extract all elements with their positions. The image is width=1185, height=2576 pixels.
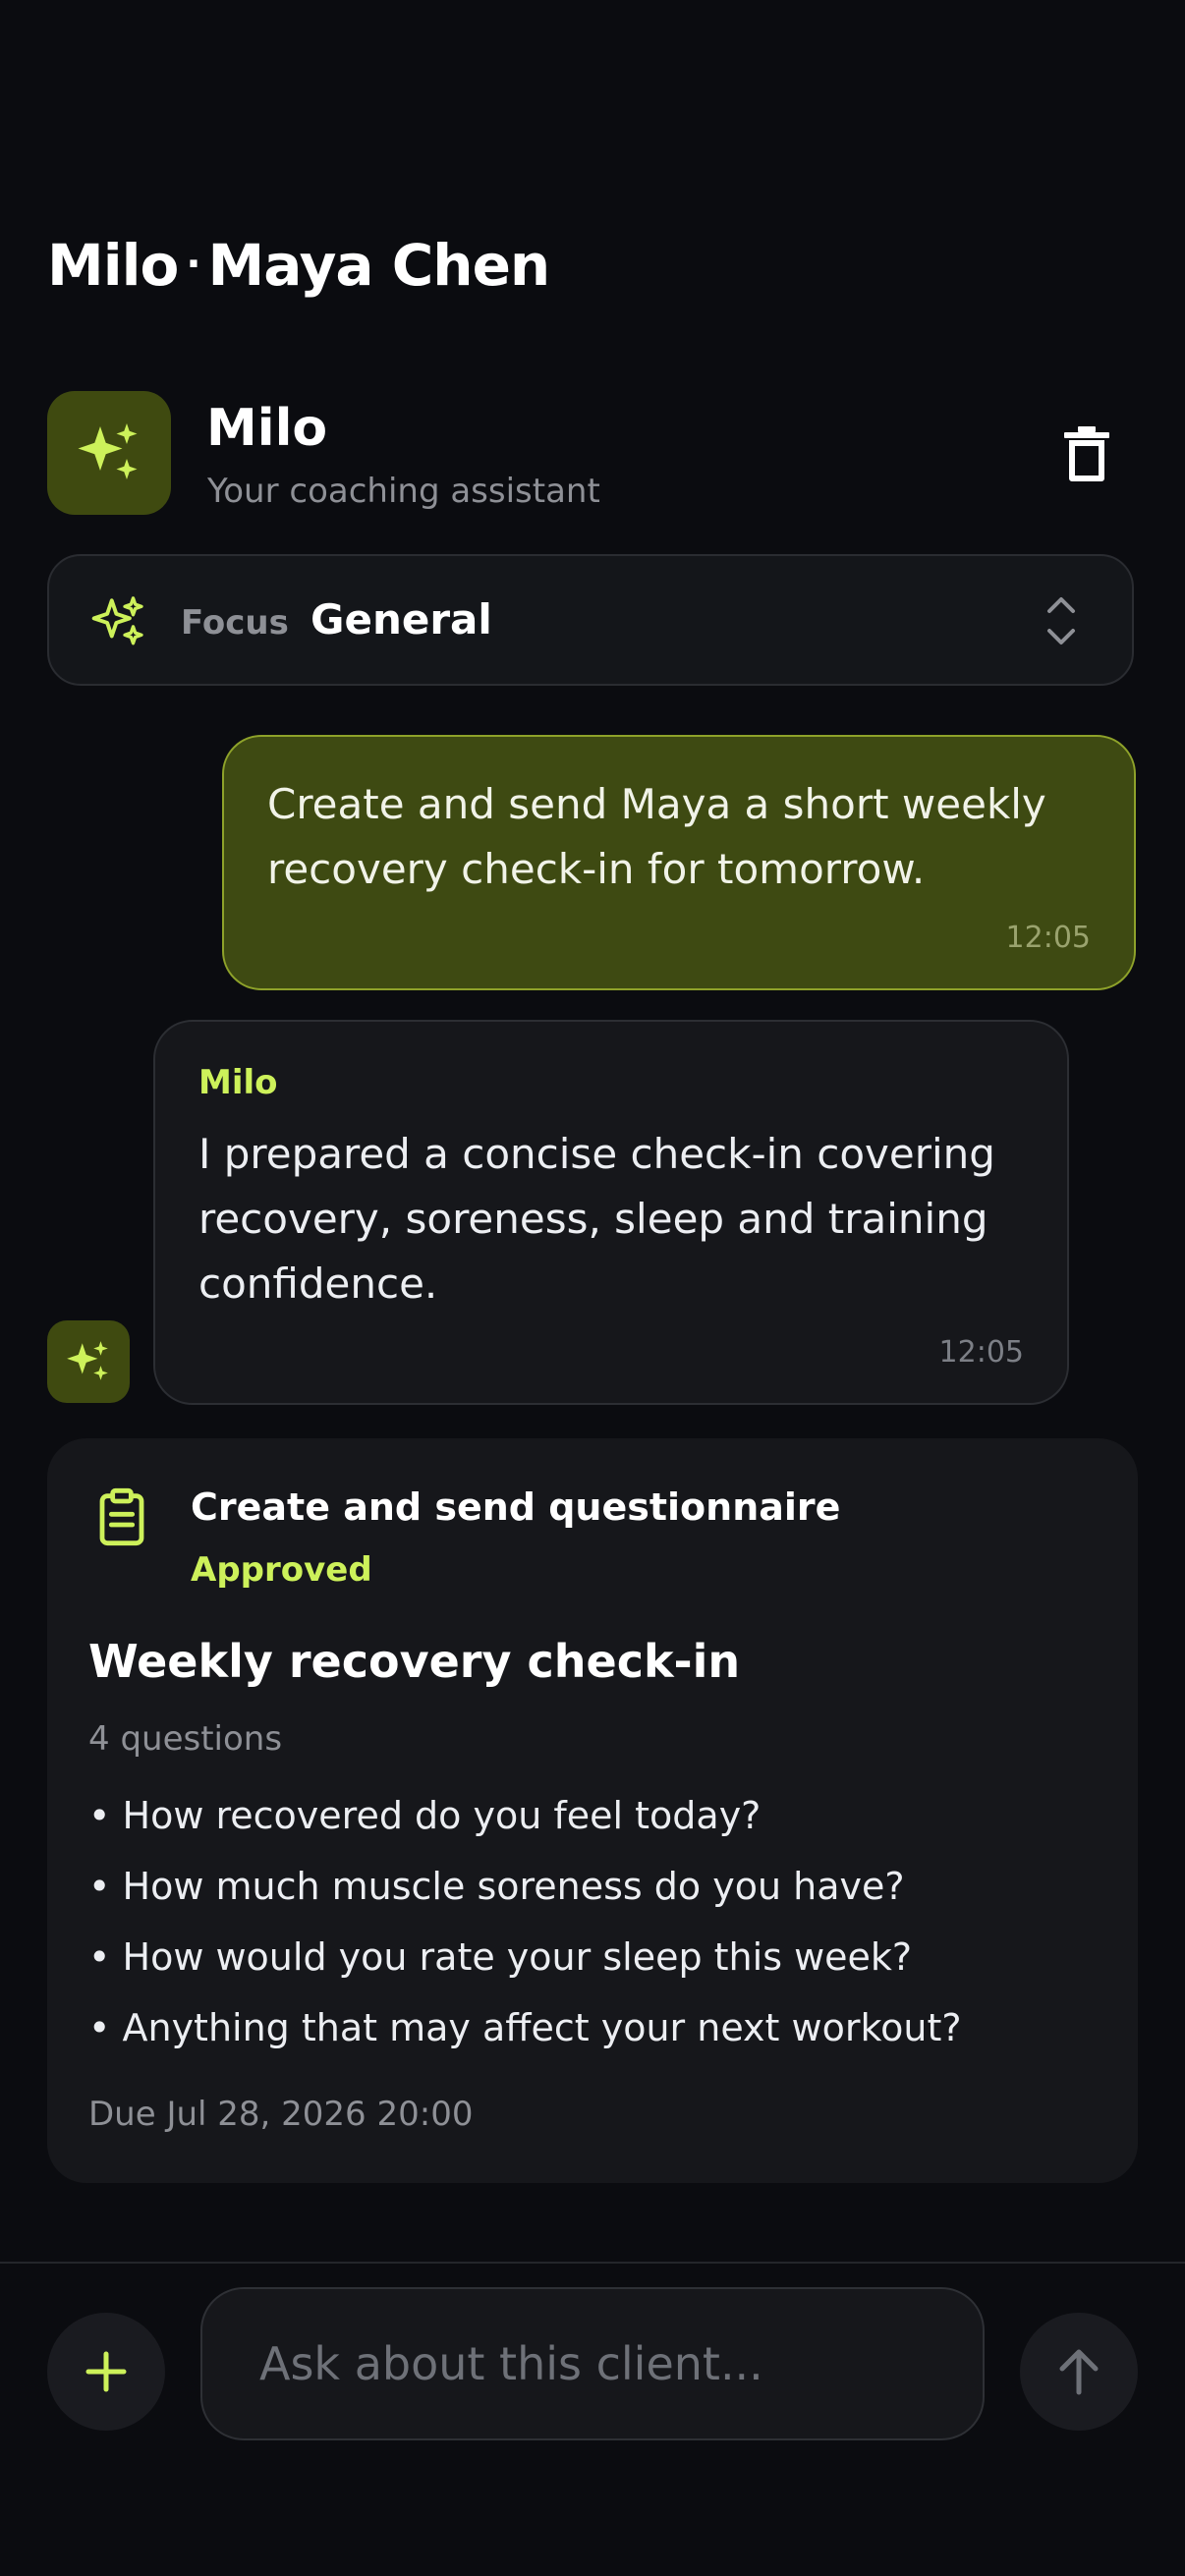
composer-divider [0, 2262, 1185, 2264]
user-message-bubble: Create and send Maya a short weekly reco… [222, 735, 1136, 990]
assistant-subtitle: Your coaching assistant [207, 472, 600, 511]
add-button[interactable] [47, 2313, 165, 2431]
clipboard-icon [99, 1487, 144, 1546]
trash-icon [1064, 426, 1109, 481]
assistant-message-bubble: Milo I prepared a concise check-in cover… [153, 1020, 1069, 1405]
assistant-message-avatar [47, 1320, 130, 1403]
page-title: Milo · Maya Chen [47, 232, 551, 299]
chevron-up-down-icon [1047, 597, 1075, 644]
due-date: Due Jul 28, 2026 20:00 [88, 2095, 474, 2134]
question-list: • How recovered do you feel today? • How… [88, 1788, 962, 2071]
list-item: • How much muscle soreness do you have? [88, 1865, 905, 1908]
message-timestamp: 12:05 [1005, 921, 1091, 955]
arrow-up-icon [1059, 2349, 1099, 2395]
message-timestamp: 12:05 [938, 1335, 1024, 1370]
sparkles-icon [91, 596, 143, 645]
question-count: 4 questions [88, 1719, 283, 1759]
message-sender: Milo [198, 1063, 278, 1102]
status-badge: Approved [191, 1550, 372, 1590]
assistant-message-text: I prepared a concise check-in covering r… [198, 1130, 995, 1308]
questionnaire-action-card[interactable]: Create and send questionnaire Approved W… [47, 1438, 1138, 2183]
sparkles-icon [67, 1341, 108, 1380]
page-title-coach: Milo [47, 232, 179, 299]
focus-label: Focus [181, 603, 289, 643]
plus-icon [85, 2351, 127, 2392]
page-title-client: Maya Chen [207, 232, 551, 299]
delete-button[interactable] [1055, 422, 1118, 485]
list-item: • Anything that may affect your next wor… [88, 2006, 962, 2049]
card-action-label: Create and send questionnaire [191, 1485, 841, 1529]
assistant-avatar [47, 391, 171, 515]
list-item: • How recovered do you feel today? [88, 1794, 762, 1837]
sparkles-icon [78, 423, 138, 479]
questionnaire-title: Weekly recovery check-in [88, 1635, 741, 1688]
focus-value: General [310, 595, 492, 644]
send-button[interactable] [1020, 2313, 1138, 2431]
list-item: • How would you rate your sleep this wee… [88, 1935, 913, 1979]
message-input[interactable] [200, 2287, 985, 2440]
focus-selector[interactable]: Focus General [47, 554, 1134, 686]
title-separator: · [186, 242, 200, 287]
assistant-name: Milo [206, 399, 328, 458]
user-message-text: Create and send Maya a short weekly reco… [267, 780, 1046, 893]
assistant-header: Milo Your coaching assistant [47, 391, 1138, 517]
